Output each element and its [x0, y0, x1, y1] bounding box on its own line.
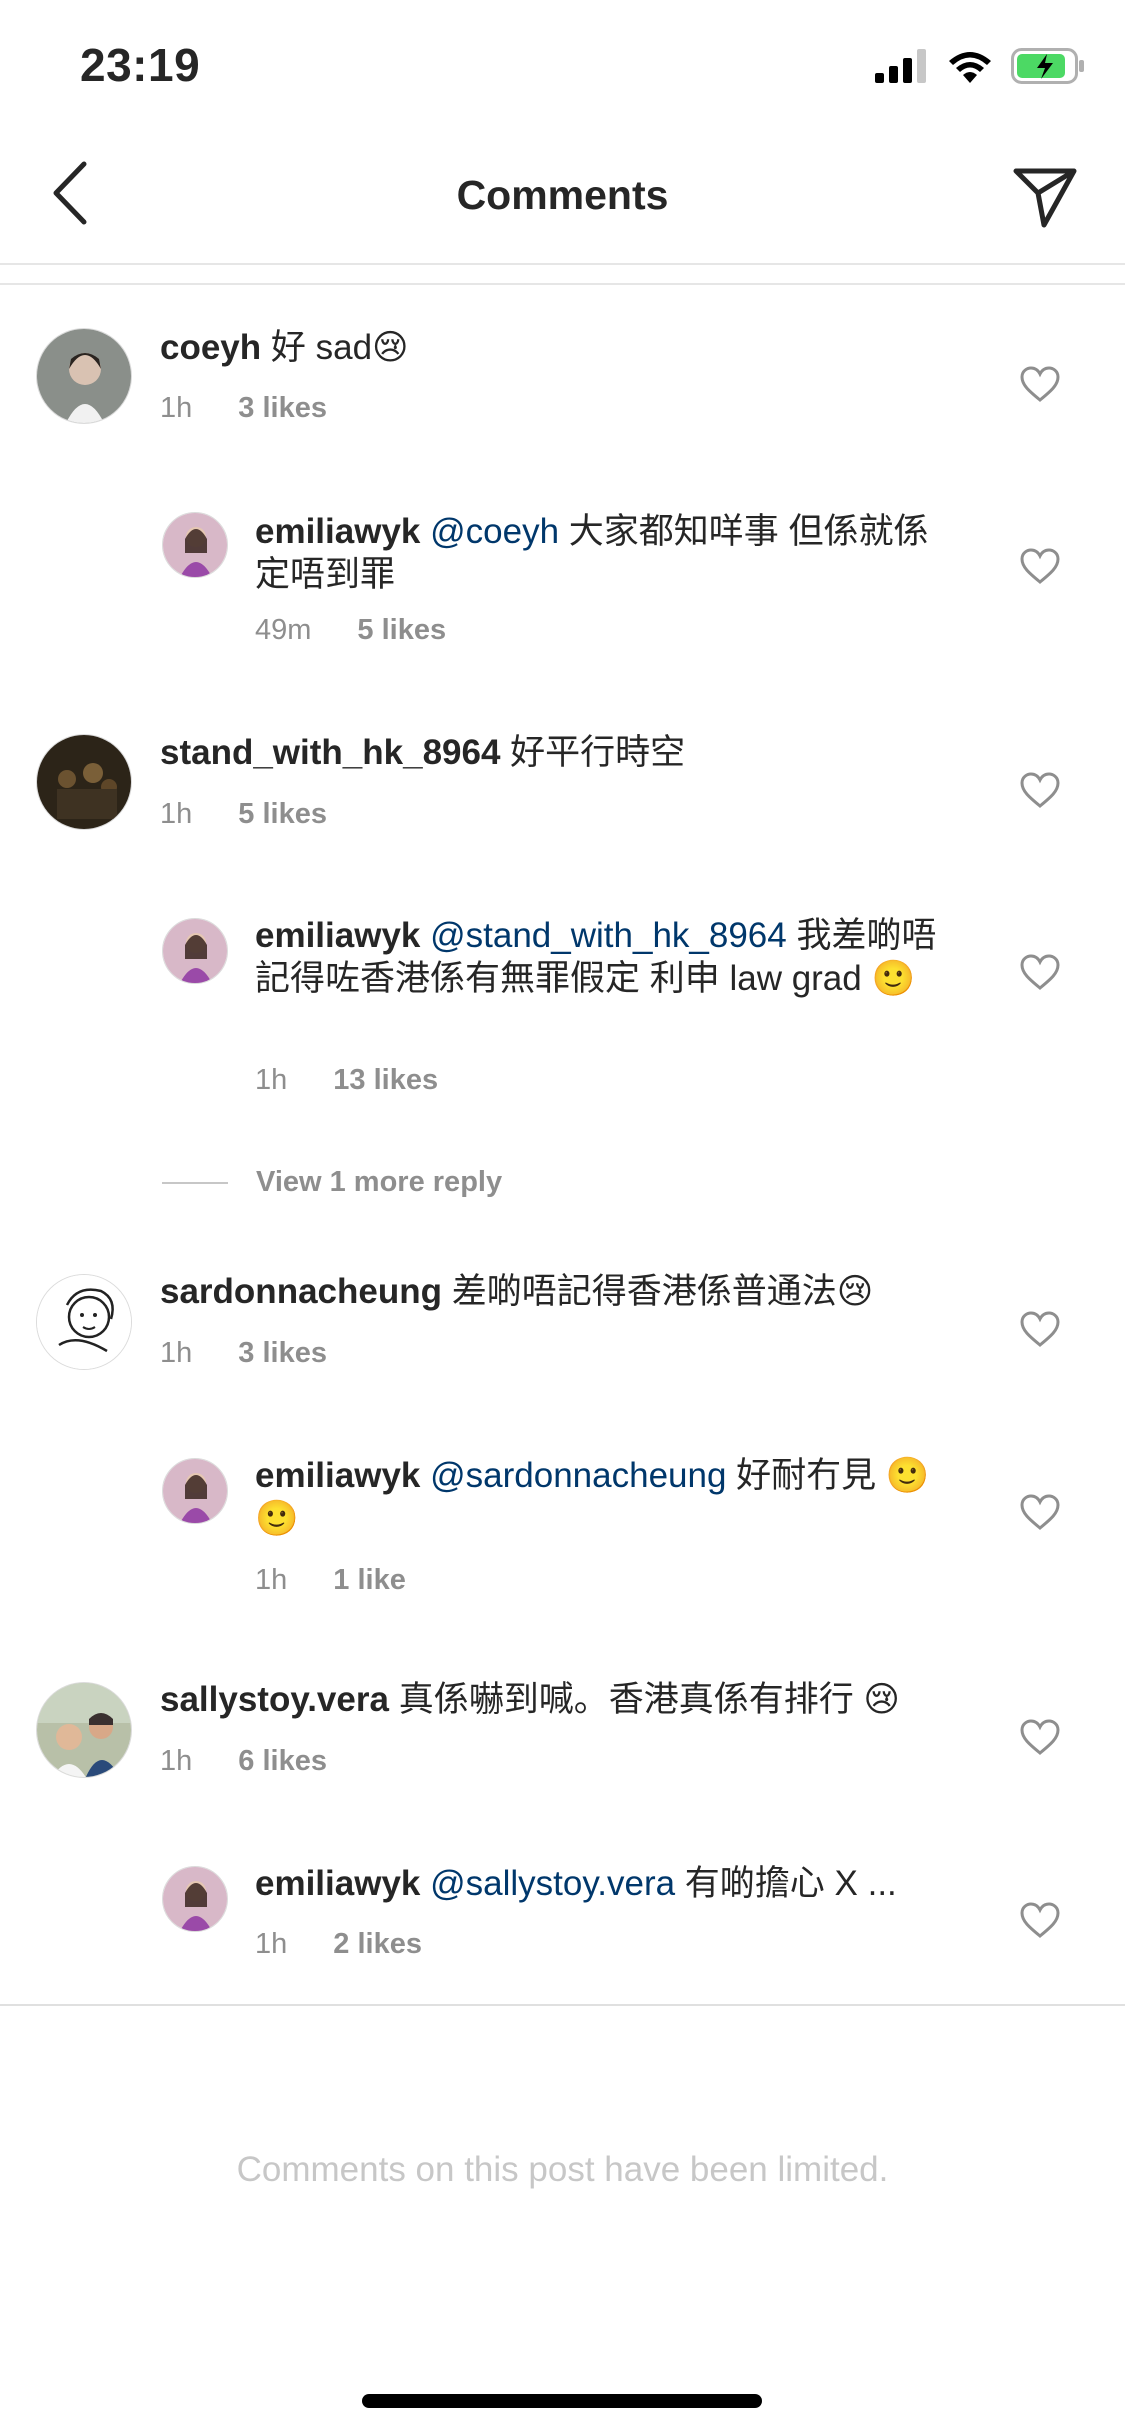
heart-icon: [1020, 954, 1060, 990]
reply-mention[interactable]: @coeyh: [430, 512, 559, 551]
comment-text: 差啲唔記得香港係普通法😢: [451, 1272, 874, 1311]
comment-body: stand_with_hk_8964 好平行時空: [160, 731, 980, 774]
comment-time: 1h: [160, 798, 193, 830]
reply-body: emiliawyk @sardonnacheung 好耐冇見 🙂🙂: [255, 1454, 945, 1540]
heart-icon: [1020, 1494, 1060, 1530]
heart-icon: [1020, 772, 1060, 808]
reply-time: 1h: [255, 1064, 288, 1096]
reply-mention[interactable]: @sallystoy.vera: [430, 1864, 675, 1903]
comments-limited-notice: Comments on this post have been limited.: [236, 2150, 889, 2189]
signal-icon: [875, 49, 929, 88]
comment-body: sardonnacheung 差啲唔記得香港係普通法😢: [160, 1270, 980, 1313]
like-button[interactable]: [1012, 944, 1068, 1000]
reply-time: 49m: [255, 614, 312, 646]
view-more-label: View 1 more reply: [256, 1166, 503, 1198]
reply-body: emiliawyk @stand_with_hk_8964 我差啲唔記得咗香港係…: [255, 914, 955, 1000]
header-divider: [0, 263, 1125, 265]
status-icons: [875, 48, 1085, 89]
like-button[interactable]: [1012, 538, 1068, 594]
reply-mention[interactable]: @sardonnacheung: [430, 1456, 726, 1495]
reply-likes[interactable]: 2 likes: [333, 1928, 422, 1961]
avatar-stand-with-hk-8964[interactable]: [36, 734, 132, 830]
heart-icon: [1020, 1902, 1060, 1938]
avatar-emiliawyk[interactable]: [162, 1866, 228, 1932]
share-button[interactable]: [1005, 160, 1085, 240]
reply-meta: 1h 1 like: [255, 1564, 406, 1597]
comment-meta: 1h 3 likes: [160, 1337, 327, 1370]
heart-icon: [1020, 366, 1060, 402]
reply-body: emiliawyk @coeyh 大家都知咩事 但係就係定唔到罪: [255, 510, 945, 596]
comment-username[interactable]: stand_with_hk_8964: [160, 733, 500, 772]
like-button[interactable]: [1012, 1892, 1068, 1948]
comment-meta: 1h 5 likes: [160, 798, 327, 831]
reply-likes[interactable]: 13 likes: [333, 1064, 438, 1097]
comment-text: 真係嚇到喊。香港真係有排行 😢: [398, 1680, 900, 1719]
like-button[interactable]: [1012, 1301, 1068, 1357]
comment-likes[interactable]: 3 likes: [238, 1337, 327, 1370]
heart-icon: [1020, 1719, 1060, 1755]
view-more-replies-button[interactable]: View 1 more reply: [162, 1166, 502, 1199]
reply-mention[interactable]: @stand_with_hk_8964: [430, 916, 787, 955]
reply-meta: 1h 13 likes: [255, 1064, 438, 1097]
reply-body: emiliawyk @sallystoy.vera 有啲擔心 X ...: [255, 1862, 975, 1905]
comment-body: sallystoy.vera 真係嚇到喊。香港真係有排行 😢: [160, 1678, 980, 1721]
avatar-emiliawyk[interactable]: [162, 1458, 228, 1524]
avatar-sallystoy-vera[interactable]: [36, 1682, 132, 1778]
reply-time: 1h: [255, 1564, 288, 1596]
avatar-sardonnacheung[interactable]: [36, 1274, 132, 1370]
comment-likes[interactable]: 6 likes: [238, 1745, 327, 1778]
comment-time: 1h: [160, 1745, 193, 1777]
comment-meta: 1h 3 likes: [160, 392, 327, 425]
comment-text: 好平行時空: [510, 733, 686, 772]
comment-username[interactable]: sardonnacheung: [160, 1272, 442, 1311]
comment-time: 1h: [160, 392, 193, 424]
reply-text: 有啲擔心 X ...: [675, 1864, 897, 1903]
heart-icon: [1020, 1311, 1060, 1347]
battery-icon: [1011, 48, 1085, 89]
avatar-coeyh[interactable]: [36, 328, 132, 424]
header-divider-secondary: [0, 283, 1125, 285]
comment-likes[interactable]: 5 likes: [238, 798, 327, 831]
reply-meta: 1h 2 likes: [255, 1928, 422, 1961]
comments-divider: [0, 2004, 1125, 2006]
reply-username[interactable]: emiliawyk: [255, 916, 420, 955]
comment-text: 好 sad😢: [270, 328, 409, 367]
comment-meta: 1h 6 likes: [160, 1745, 327, 1778]
page-title: Comments: [456, 172, 669, 218]
wifi-icon: [947, 49, 993, 88]
comment-likes[interactable]: 3 likes: [238, 392, 327, 425]
send-icon: [1012, 167, 1078, 234]
home-indicator[interactable]: [362, 2394, 762, 2408]
like-button[interactable]: [1012, 762, 1068, 818]
reply-username[interactable]: emiliawyk: [255, 1864, 420, 1903]
heart-icon: [1020, 548, 1060, 584]
like-button[interactable]: [1012, 1484, 1068, 1540]
avatar-emiliawyk[interactable]: [162, 918, 228, 984]
status-time: 23:19: [80, 39, 201, 91]
like-button[interactable]: [1012, 1709, 1068, 1765]
reply-meta: 49m 5 likes: [255, 614, 446, 647]
comment-body: coeyh 好 sad😢: [160, 326, 980, 369]
comment-username[interactable]: sallystoy.vera: [160, 1680, 389, 1719]
reply-time: 1h: [255, 1928, 288, 1960]
reply-likes[interactable]: 5 likes: [357, 614, 446, 647]
comment-username[interactable]: coeyh: [160, 328, 261, 367]
reply-username[interactable]: emiliawyk: [255, 512, 420, 551]
view-more-line: [162, 1181, 228, 1184]
comment-time: 1h: [160, 1337, 193, 1369]
like-button[interactable]: [1012, 356, 1068, 412]
reply-username[interactable]: emiliawyk: [255, 1456, 420, 1495]
avatar-emiliawyk[interactable]: [162, 512, 228, 578]
reply-likes[interactable]: 1 like: [333, 1564, 406, 1597]
